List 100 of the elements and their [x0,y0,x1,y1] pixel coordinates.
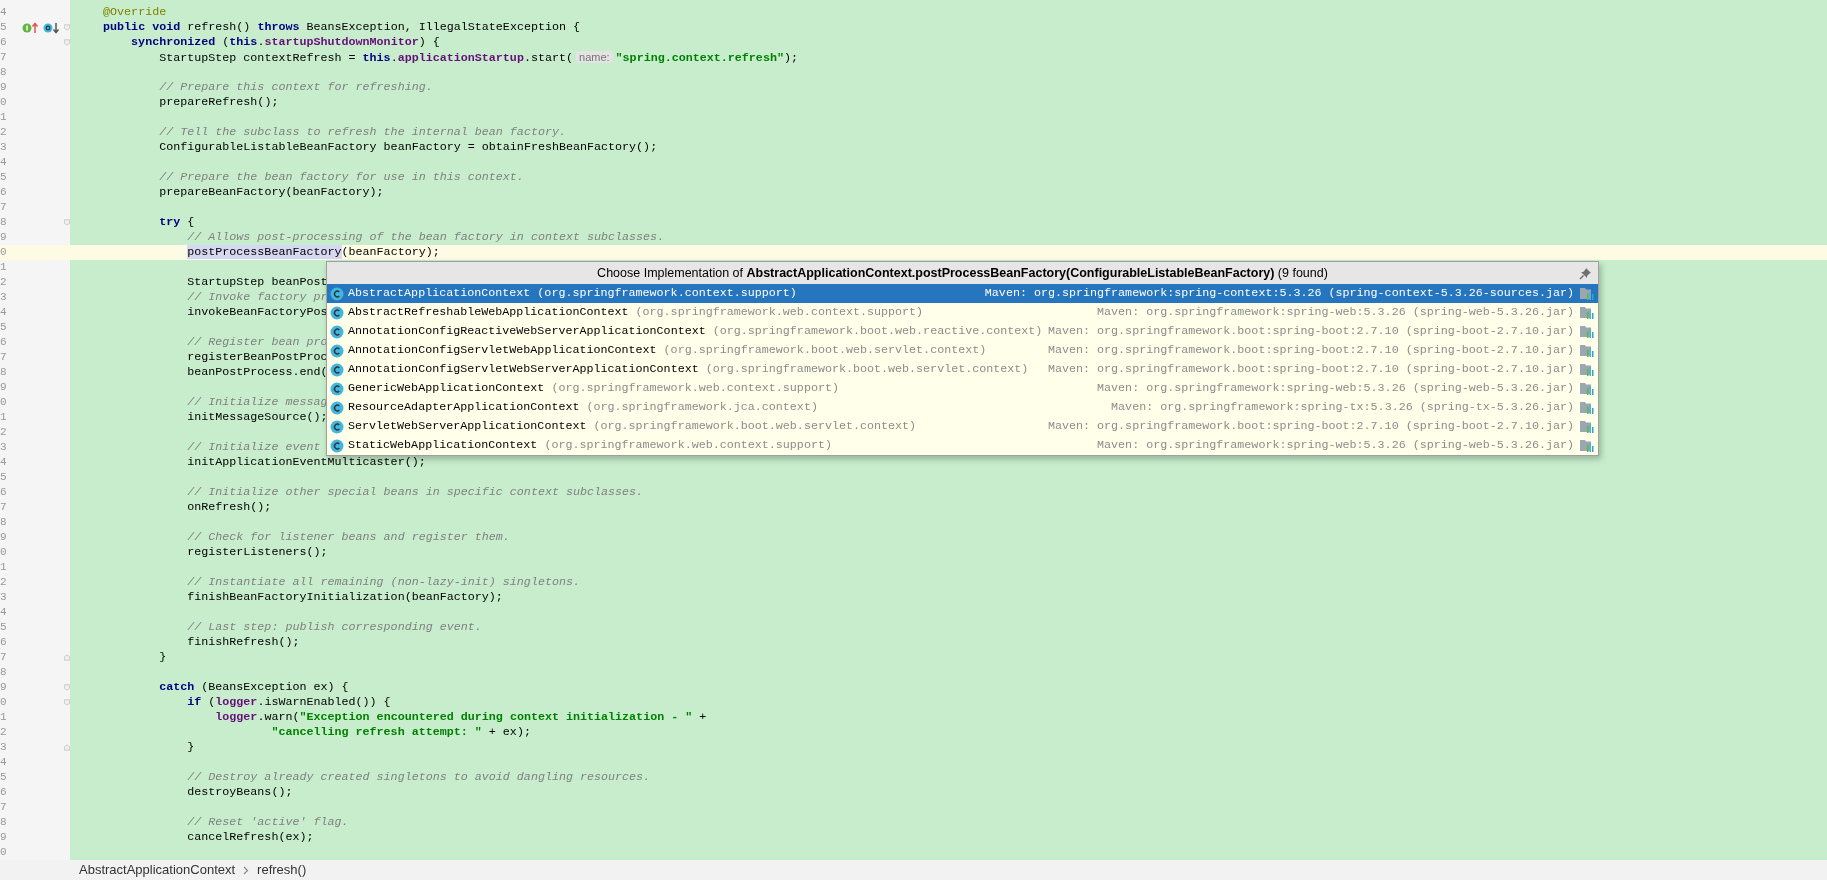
package-name: (org.springframework.web.context.support) [544,436,832,454]
code-line: synchronized (this.startupShutdownMonitor) { [131,35,440,50]
line-number: 7 [0,801,7,813]
line-number: 8 [0,216,7,228]
code-line: onRefresh(); [187,500,272,515]
implementation-item[interactable]: StaticWebApplicationContext (org.springframework.web.context.support) Maven: org.springframework:spring-web:5.3.26 (spring-web-5.3.26.jar) [327,436,1598,455]
code-line: // Prepare the bean factory for use in this context. [159,170,524,185]
class-icon [330,381,344,396]
code-line: initApplicationEventMulticaster(); [187,455,426,470]
line-number: 4 [0,156,7,168]
line-number: 0 [0,546,7,558]
line-number: 0 [0,846,7,858]
class-icon [330,286,344,301]
line-number: 7 [0,351,7,363]
line-number: 9 [0,231,7,243]
code-line: // Destroy already created singletons to avoid dangling resources. [187,770,651,785]
line-number: 2 [0,426,7,438]
code-line: // Check for listener beans and register them. [187,530,510,545]
line-number: 5 [0,21,7,33]
implementation-item[interactable]: AnnotationConfigReactiveWebServerApplicationContext (org.springframework.boot.web.reactive.context) Maven: org.springframework.boot:spring-boot:2.7.10 (spring-boot-2.7.10.jar) [327,322,1598,341]
code-line: beanPostProcess.end( [187,365,328,380]
breadcrumb-item[interactable]: AbstractApplicationContext [79,860,236,880]
library-location: Maven: org.springframework:spring-tx:5.3.26 (spring-tx-5.3.26.jar) [1111,398,1574,416]
line-number: 2 [0,276,7,288]
line-number: 1 [0,261,7,273]
library-icon [1580,363,1594,376]
code-line: invokeBeanFactoryPos [187,305,328,320]
class-name: AnnotationConfigReactiveWebServerApplicationContext [348,322,706,340]
code-line: prepareBeanFactory(beanFactory); [159,185,384,200]
implementation-item[interactable]: GenericWebApplicationContext (org.springframework.web.context.support) Maven: org.springframework:spring-web:5.3.26 (spring-web-5.3.26.jar) [327,379,1598,398]
library-location: Maven: org.springframework.boot:spring-boot:2.7.10 (spring-boot-2.7.10.jar) [1047,322,1574,340]
code-line: // Initialize messag [187,395,328,410]
popup-title: Choose Implementation of AbstractApplicationContext.postProcessBeanFactory(ConfigurableListableBeanFactory) (9 found) [597,264,1328,282]
line-number: 4 [0,6,7,18]
library-icon [1580,344,1594,357]
code-line: // Initialize event [187,440,321,455]
code-line: prepareRefresh(); [159,95,279,110]
line-number: 4 [0,756,7,768]
implementation-item[interactable]: AnnotationConfigServletWebServerApplicationContext (org.springframework.boot.web.servlet.context) Maven: org.springframework.boot:spring-boot:2.7.10 (spring-boot-2.7.10.jar) [327,360,1598,379]
code-line: finishRefresh(); [187,635,300,650]
line-number: 2 [0,126,7,138]
code-line: destroyBeans(); [187,785,293,800]
line-number: 4 [0,306,7,318]
line-number: 9 [0,81,7,93]
class-name: ServletWebServerApplicationContext [348,417,587,435]
package-name: (org.springframework.web.context.support) [635,303,924,321]
package-name: (org.springframework.jca.context) [586,398,818,416]
line-number: 8 [0,816,7,828]
code-line: public void refresh() throws BeansException, IllegalStateException { [103,20,581,35]
line-number: 6 [0,786,7,798]
pin-button[interactable] [1578,266,1592,280]
library-location: Maven: org.springframework.boot:spring-boot:2.7.10 (spring-boot-2.7.10.jar) [1047,341,1574,359]
line-number: 2 [0,576,7,588]
implementation-item[interactable]: AnnotationConfigServletWebApplicationContext (org.springframework.boot.web.servlet.context) Maven: org.springframework.boot:spring-boot:2.7.10 (spring-boot-2.7.10.jar) [327,341,1598,360]
library-icon [1580,401,1594,414]
line-number: 5 [0,321,7,333]
class-icon [330,305,344,320]
line-number: 8 [0,366,7,378]
line-number: 2 [0,726,7,738]
class-icon [330,343,344,358]
implementation-item[interactable]: AbstractApplicationContext (org.springframework.context.support) Maven: org.springframework:spring-context:5.3.26 (spring-context-5.3.26-sources.jar) [327,284,1598,303]
code-line: cancelRefresh(ex); [187,830,314,845]
code-line: // Allows post-processing of the bean factory in context subclasses. [187,230,665,245]
line-number: 3 [0,741,7,753]
code-line: registerListeners(); [187,545,328,560]
line-number: 3 [0,291,7,303]
code-line: initMessageSource(); [187,410,328,425]
line-number: 6 [0,486,7,498]
line-number: 7 [0,501,7,513]
code-line: "cancelling refresh attempt: " + ex); [271,725,531,740]
package-name: (org.springframework.boot.web.servlet.context) [663,341,987,359]
line-number: 6 [0,336,7,348]
implementation-item[interactable]: AbstractRefreshableWebApplicationContext (org.springframework.web.context.support) Maven: org.springframework:spring-web:5.3.26 (spring-web-5.3.26.jar) [327,303,1598,322]
implementation-item[interactable]: ServletWebServerApplicationContext (org.springframework.boot.web.servlet.context) Maven: org.springframework.boot:spring-boot:2.7.10 (spring-boot-2.7.10.jar) [327,417,1598,436]
code-line: // Invoke factory pr [187,290,328,305]
code-line: catch (BeansException ex) { [159,680,349,695]
class-name: ResourceAdapterApplicationContext [348,398,580,416]
line-number: 7 [0,651,7,663]
code-line: // Prepare this context for refreshing. [159,80,433,95]
line-number: 1 [0,111,7,123]
class-name: AbstractApplicationContext [348,284,531,302]
line-number: 0 [0,246,7,258]
line-number: 0 [0,396,7,408]
line-number: 6 [0,186,7,198]
line-number: 6 [0,636,7,648]
line-number: 4 [0,606,7,618]
implementation-item[interactable]: ResourceAdapterApplicationContext (org.springframework.jca.context) Maven: org.springframework:spring-tx:5.3.26 (spring-tx-5.3.26.jar) [327,398,1598,417]
code-line: @Override [103,5,167,20]
library-icon [1580,420,1594,433]
code-line: postProcessBeanFactory(beanFactory); [187,245,440,260]
package-name: (org.springframework.context.support) [537,284,797,302]
line-number: 3 [0,141,7,153]
line-number: 9 [0,681,7,693]
class-name: AnnotationConfigServletWebApplicationContext [348,341,657,359]
line-number: 1 [0,411,7,423]
line-number: 5 [0,621,7,633]
class-name: AnnotationConfigServletWebServerApplicationContext [348,360,699,378]
library-location: Maven: org.springframework:spring-web:5.3.26 (spring-web-5.3.26.jar) [1097,379,1574,397]
breadcrumb-item[interactable]: refresh() [257,860,307,880]
line-number: 0 [0,96,7,108]
